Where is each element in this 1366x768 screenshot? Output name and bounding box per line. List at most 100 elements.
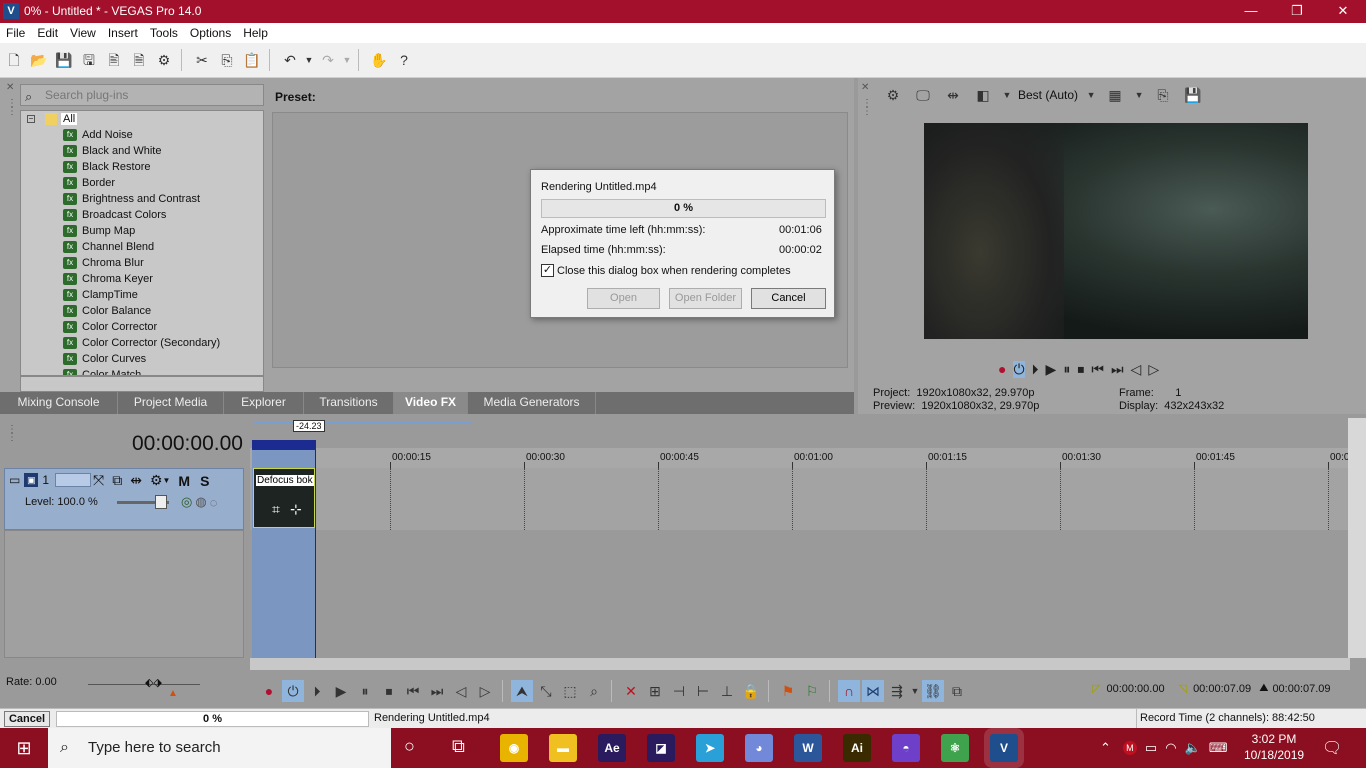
zoom-tool-icon[interactable]: ⌕ [583,680,605,702]
status-cancel-button[interactable]: Cancel [4,711,50,727]
plugin-item[interactable]: fx Broadcast Colors [21,207,263,223]
atom-icon[interactable]: ⚛ [941,734,969,762]
track-minimize-icon[interactable]: ▭ [9,473,20,487]
selection-tool-icon[interactable]: ⬚ [559,680,581,702]
menu-tools[interactable]: Tools [144,23,184,43]
whats-this-help-icon[interactable]: ? [393,49,415,71]
tab-video-fx[interactable]: Video FX [394,392,468,414]
github-desktop-icon[interactable]: ◓ [892,734,920,762]
redo-icon[interactable]: ↷ [317,49,339,71]
menu-view[interactable]: View [64,23,102,43]
track-motion-icon[interactable]: ⧉ [112,472,122,489]
track-name-field[interactable] [55,473,92,487]
render-as-icon[interactable]: 🖹 [103,49,125,71]
video-fx-icon[interactable]: ⇹ [942,84,964,106]
restore-button[interactable]: ❐ [1274,0,1320,23]
timeline-prev-frame-icon[interactable]: ◁ [450,680,472,702]
loop-playback-icon[interactable]: ⏻ [1013,360,1025,378]
external-monitor-icon[interactable]: 🖵 [912,84,934,106]
menu-file[interactable]: File [0,23,31,43]
plugin-search-input[interactable]: ⌕ Search plug-ins [20,84,264,106]
automation-dropdown-icon[interactable]: ▼ [163,476,171,485]
plugin-item[interactable]: fx Color Match [21,367,263,375]
tab-media-generators[interactable]: Media Generators [468,392,596,414]
antivirus-tray-icon[interactable]: M [1122,741,1137,755]
illustrator-icon[interactable]: Ai [843,734,871,762]
next-frame-icon[interactable]: ▷ [1148,361,1159,378]
track-fx-icon[interactable]: ⤧ [93,472,104,489]
selection-length-time[interactable]: 00:00:07.09 [1272,683,1330,695]
timeline-go-to-end-icon[interactable]: ⏭ [426,680,448,702]
timeline-play-from-start-icon[interactable]: ⏵ [306,680,328,702]
new-project-icon[interactable]: 🗋 [3,49,25,71]
play-icon[interactable]: ▶ [1046,361,1057,378]
insert-marker-icon[interactable]: ⚑ [777,680,799,702]
insert-region-icon[interactable]: ⚐ [801,680,823,702]
split-dropdown-icon[interactable]: ▼ [1002,84,1012,106]
minimize-button[interactable]: — [1228,0,1274,23]
split-icon[interactable]: ⊥ [716,680,738,702]
plugin-item[interactable]: fx Chroma Keyer [21,271,263,287]
close-button[interactable]: ✕ [1320,0,1366,23]
language-icon[interactable]: ⌨ [1209,740,1228,756]
properties-icon[interactable]: 🗎 [128,49,150,71]
timeline-ruler[interactable]: 00:00:0000:00:1500:00:3000:00:4500:01:00… [250,448,1355,468]
redo-dropdown-icon[interactable]: ▼ [342,49,352,71]
vegas-icon[interactable]: V [990,734,1018,762]
video-track-header[interactable]: ▭ ▣ 1 ⤧ ⧉ ⇹ ⚙ ▼ M S Level: 100.0 % ◎ ◍ ◌ [4,468,244,530]
open-button[interactable]: Open [587,288,660,309]
telegram-icon[interactable]: ➤ [696,734,724,762]
previous-frame-icon[interactable]: ◁ [1131,361,1142,378]
normal-edit-tool-icon[interactable]: ⮝ [511,680,533,702]
windows-start-icon[interactable]: ⊞ [0,728,48,768]
tab-mixing-console[interactable]: Mixing Console [0,392,118,414]
undo-dropdown-icon[interactable]: ▼ [304,49,314,71]
taskbar-clock[interactable]: 3:02 PM 10/18/2019 [1244,731,1304,763]
notifications-icon[interactable]: 🗨 [1322,738,1342,758]
rate-slider-handle[interactable]: ⬖⬗ [145,676,162,689]
selection-end-time[interactable]: 00:00:07.09 [1193,683,1251,695]
plugin-item[interactable]: fx Black and White [21,143,263,159]
plugin-tree[interactable]: − All fx Add Noise fx Black and White fx Blac… [20,110,264,376]
menu-options[interactable]: Options [184,23,237,43]
timeline-horizontal-scrollbar[interactable] [250,658,1350,670]
timeline-vertical-scrollbar[interactable] [1348,418,1366,658]
ripple-edit-icon[interactable]: ⇶ [886,680,908,702]
chrome-icon[interactable]: ◉ [500,734,528,762]
timeline-loop-icon[interactable]: ⏻ [282,680,304,702]
battery-icon[interactable]: ▭ [1145,740,1157,756]
panel-grip-icon[interactable]: ⋮ ⋮ [7,99,17,117]
plugin-item[interactable]: fx Color Corrector (Secondary) [21,335,263,351]
tree-root-all[interactable]: − All [21,111,263,127]
paste-icon[interactable]: 📋 [241,49,263,71]
video-track-lane[interactable] [250,468,1348,530]
volume-icon[interactable]: 🔈 [1185,740,1201,756]
collapse-icon[interactable]: − [27,115,35,123]
trim-start-icon[interactable]: ⊣ [668,680,690,702]
compositing-mode-icon[interactable]: ⇹ [130,472,142,489]
close-preview-icon[interactable]: ✕ [861,83,869,93]
clip-fx-icon[interactable]: ⊹ [290,501,302,518]
menu-insert[interactable]: Insert [102,23,144,43]
preview-quality-select[interactable]: Best (Auto) [1018,88,1078,102]
copy-snapshot-icon[interactable]: ⎘ [1152,84,1174,106]
tab-project-media[interactable]: Project Media [118,392,224,414]
plugin-item[interactable]: fx ClampTime [21,287,263,303]
settings-gear-icon[interactable]: ⚙ [153,49,175,71]
make-compositing-child-icon[interactable]: ◍ [195,494,206,510]
ripple-dropdown-icon[interactable]: ▼ [910,680,920,702]
mute-button[interactable]: M [178,473,190,489]
timeline-record-icon[interactable]: ● [258,680,280,702]
lock-icon[interactable]: 🔒 [740,680,762,702]
plugin-item[interactable]: fx Channel Blend [21,239,263,255]
copy-icon[interactable]: ⎘ [216,49,238,71]
plugin-item[interactable]: fx Color Corrector [21,319,263,335]
tray-overflow-icon[interactable]: ⌃ [1100,740,1111,756]
plugin-item[interactable]: fx Color Balance [21,303,263,319]
task-view-icon[interactable]: ⧉ [452,736,465,757]
automation-gear-icon[interactable]: ⚙ [150,472,163,489]
overlays-grid-icon[interactable]: ▦ [1104,84,1126,106]
save-snapshot-icon[interactable]: 💾 [1182,84,1204,106]
timeline-stop-icon[interactable]: ⏹ [378,680,400,702]
solo-button[interactable]: S [200,473,209,489]
